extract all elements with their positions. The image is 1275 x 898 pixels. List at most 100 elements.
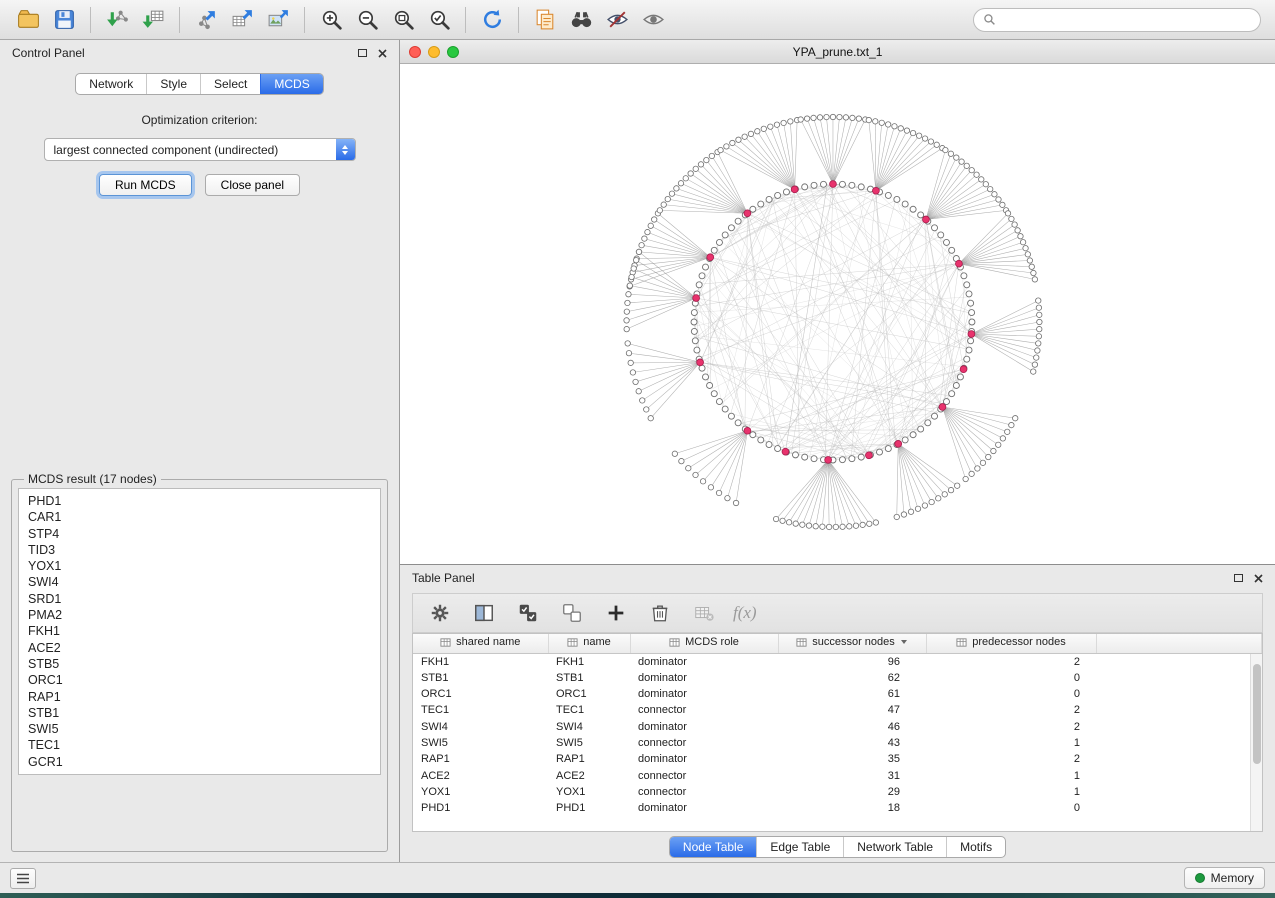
table-row[interactable]: RAP1RAP1dominator352 — [413, 751, 1262, 767]
scrollbar-thumb[interactable] — [1253, 664, 1261, 764]
show-columns-icon[interactable] — [469, 598, 499, 628]
close-panel-icon[interactable] — [378, 49, 387, 58]
table-row[interactable]: YOX1YOX1connector291 — [413, 784, 1262, 800]
mcds-result-item[interactable]: PMA2 — [28, 607, 371, 623]
table-cell[interactable]: 2 — [926, 751, 1096, 767]
zoom-selected-icon[interactable] — [421, 5, 457, 35]
import-network-icon[interactable] — [99, 5, 135, 35]
table-cell[interactable]: 1 — [926, 768, 1096, 784]
mcds-result-item[interactable]: CAR1 — [28, 509, 371, 525]
deselect-all-icon[interactable] — [557, 598, 587, 628]
float-panel-icon[interactable] — [1234, 574, 1243, 582]
mcds-result-item[interactable]: SWI4 — [28, 574, 371, 590]
mcds-result-item[interactable]: TEC1 — [28, 737, 371, 753]
memory-button[interactable]: Memory — [1184, 867, 1265, 889]
mcds-result-item[interactable]: ORC1 — [28, 672, 371, 688]
table-row[interactable]: ACE2ACE2connector311 — [413, 768, 1262, 784]
tab-style[interactable]: Style — [146, 74, 200, 94]
col-successor-nodes[interactable]: successor nodes — [778, 634, 926, 653]
mcds-result-item[interactable]: FKH1 — [28, 623, 371, 639]
table-cell[interactable]: 1 — [926, 735, 1096, 751]
table-cell[interactable]: TEC1 — [548, 702, 630, 718]
col-predecessor-nodes[interactable]: predecessor nodes — [926, 634, 1096, 653]
col-shared-name[interactable]: shared name — [413, 634, 548, 653]
mcds-result-list[interactable]: PHD1CAR1STP4TID3YOX1SWI4SRD1PMA2FKH1ACE2… — [18, 488, 381, 775]
find-binoculars-icon[interactable] — [563, 5, 599, 35]
zoom-fit-icon[interactable] — [385, 5, 421, 35]
tab-select[interactable]: Select — [200, 74, 260, 94]
network-canvas[interactable] — [400, 64, 1275, 564]
gear-icon[interactable] — [425, 598, 455, 628]
table-row[interactable]: FKH1FKH1dominator962 — [413, 653, 1262, 670]
table-cell[interactable]: FKH1 — [413, 653, 548, 670]
table-row[interactable]: STB1STB1dominator620 — [413, 670, 1262, 686]
table-cell[interactable]: connector — [630, 768, 778, 784]
table-cell[interactable]: SWI4 — [548, 719, 630, 735]
run-mcds-button[interactable]: Run MCDS — [99, 174, 192, 196]
network-graph[interactable] — [400, 64, 1275, 564]
export-network-icon[interactable] — [188, 5, 224, 35]
table-cell[interactable]: 96 — [778, 653, 926, 670]
table-row[interactable]: TEC1TEC1connector472 — [413, 702, 1262, 718]
table-cell[interactable]: PHD1 — [548, 800, 630, 816]
close-panel-icon[interactable] — [1254, 574, 1263, 583]
tab-motifs[interactable]: Motifs — [946, 837, 1005, 857]
mcds-result-item[interactable]: TID3 — [28, 542, 371, 558]
table-cell[interactable]: 47 — [778, 702, 926, 718]
table-cell[interactable]: STB1 — [413, 670, 548, 686]
minimize-window-icon[interactable] — [428, 46, 440, 58]
table-cell[interactable]: SWI5 — [548, 735, 630, 751]
table-cell[interactable]: ORC1 — [413, 686, 548, 702]
table-cell[interactable]: SWI4 — [413, 719, 548, 735]
mcds-result-item[interactable]: STP4 — [28, 526, 371, 542]
table-cell[interactable]: 0 — [926, 800, 1096, 816]
col-mcds-role[interactable]: MCDS role — [630, 634, 778, 653]
table-scrollbar[interactable] — [1250, 654, 1262, 831]
table-cell[interactable]: YOX1 — [548, 784, 630, 800]
select-all-icon[interactable] — [513, 598, 543, 628]
table-cell[interactable]: 1 — [926, 784, 1096, 800]
table-cell[interactable]: ACE2 — [548, 768, 630, 784]
search-input[interactable] — [1002, 13, 1251, 27]
table-cell[interactable]: 2 — [926, 702, 1096, 718]
table-row[interactable]: SWI5SWI5connector431 — [413, 735, 1262, 751]
table-cell[interactable]: TEC1 — [413, 702, 548, 718]
table-cell[interactable]: 43 — [778, 735, 926, 751]
zoom-out-icon[interactable] — [349, 5, 385, 35]
table-cell[interactable]: 0 — [926, 686, 1096, 702]
table-cell[interactable]: ACE2 — [413, 768, 548, 784]
table-cell[interactable]: 35 — [778, 751, 926, 767]
mcds-result-item[interactable]: SRD1 — [28, 591, 371, 607]
tab-node-table[interactable]: Node Table — [670, 837, 757, 857]
mcds-result-item[interactable]: YOX1 — [28, 558, 371, 574]
table-cell[interactable]: RAP1 — [413, 751, 548, 767]
close-window-icon[interactable] — [409, 46, 421, 58]
table-cell[interactable]: connector — [630, 735, 778, 751]
refresh-icon[interactable] — [474, 5, 510, 35]
table-row[interactable]: PHD1PHD1dominator180 — [413, 800, 1262, 816]
col-name[interactable]: name — [548, 634, 630, 653]
table-cell[interactable]: dominator — [630, 670, 778, 686]
search-field[interactable] — [973, 8, 1261, 32]
table-cell[interactable]: FKH1 — [548, 653, 630, 670]
table-row[interactable]: SWI4SWI4dominator462 — [413, 719, 1262, 735]
save-icon[interactable] — [46, 5, 82, 35]
table-cell[interactable]: SWI5 — [413, 735, 548, 751]
delete-column-icon[interactable] — [645, 598, 675, 628]
table-cell[interactable]: dominator — [630, 686, 778, 702]
mcds-result-item[interactable]: GCR1 — [28, 754, 371, 770]
table-cell[interactable]: ORC1 — [548, 686, 630, 702]
add-column-icon[interactable] — [601, 598, 631, 628]
table-cell[interactable]: 29 — [778, 784, 926, 800]
tab-mcds[interactable]: MCDS — [260, 74, 322, 94]
export-image-icon[interactable] — [260, 5, 296, 35]
tab-network-table[interactable]: Network Table — [843, 837, 946, 857]
table-cell[interactable]: dominator — [630, 653, 778, 670]
close-panel-button[interactable]: Close panel — [205, 174, 300, 196]
tab-edge-table[interactable]: Edge Table — [756, 837, 843, 857]
float-panel-icon[interactable] — [358, 49, 367, 57]
mcds-result-item[interactable]: PHD1 — [28, 493, 371, 509]
table-cell[interactable]: 2 — [926, 653, 1096, 670]
table-cell[interactable]: dominator — [630, 719, 778, 735]
table-cell[interactable]: dominator — [630, 751, 778, 767]
